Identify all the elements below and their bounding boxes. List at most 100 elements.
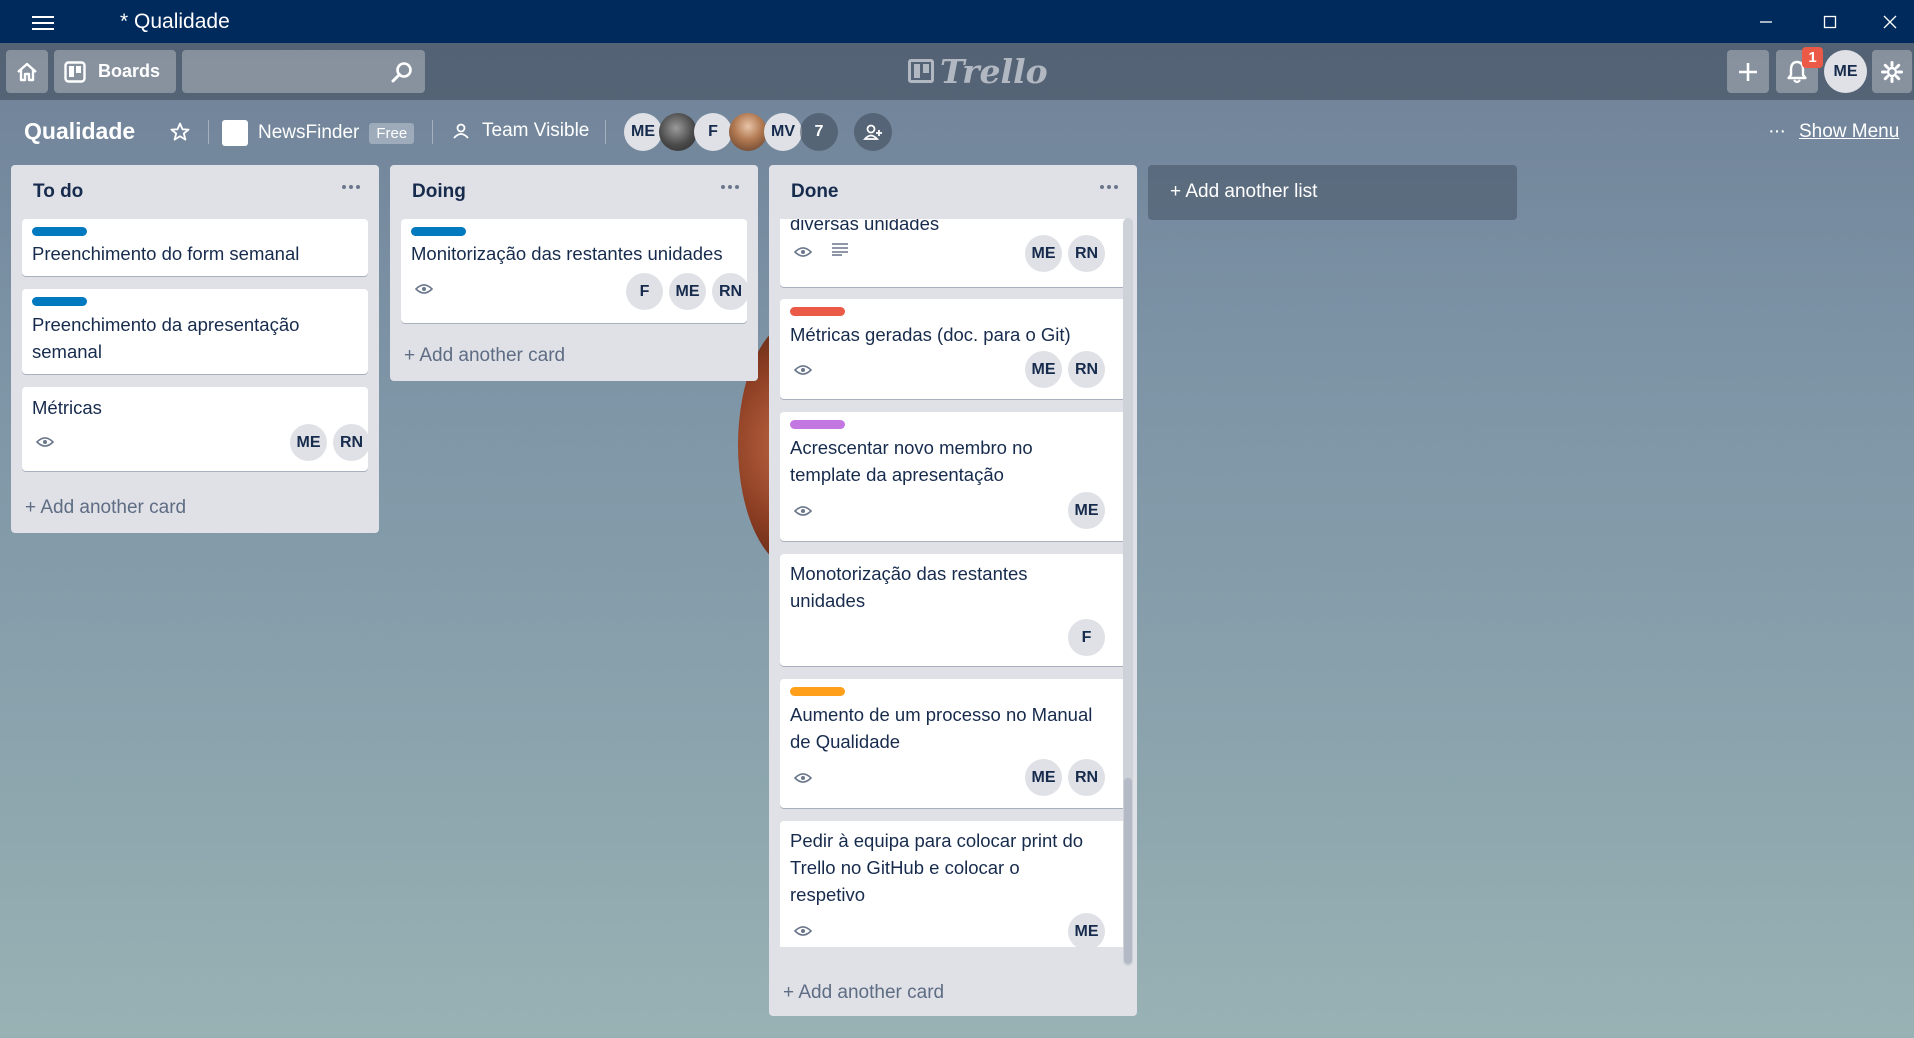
- user-avatar[interactable]: ME: [1824, 50, 1867, 93]
- team-button[interactable]: NewsFinder Free: [222, 120, 415, 146]
- window-title-bar: * Qualidade: [0, 0, 1914, 43]
- card-title-line: Aumento de um processo no Manual: [790, 704, 1093, 725]
- watch-icon: [794, 247, 812, 257]
- card-member-avatar[interactable]: ME: [1025, 235, 1062, 272]
- card[interactable]: Pedir à equipa para colocar print do Tre…: [780, 821, 1126, 947]
- boards-button[interactable]: Boards: [54, 50, 176, 93]
- card-title: diversas unidades: [790, 219, 940, 234]
- team-logo: [222, 120, 248, 146]
- team-visibility-icon: [453, 123, 469, 139]
- card-label: [790, 687, 845, 696]
- card[interactable]: Preenchimento da apresentação semanal: [22, 289, 368, 374]
- card-title: Monotorização das restantes unidades: [790, 560, 1028, 614]
- watch-icon: [794, 926, 812, 936]
- list-menu-button[interactable]: [716, 177, 744, 197]
- card[interactable]: Preenchimento do form semanal: [22, 219, 368, 276]
- card-title: Preenchimento da apresentação semanal: [32, 311, 299, 365]
- trello-logo-text: Trello: [940, 51, 1048, 91]
- visibility-button[interactable]: Team Visible: [452, 120, 589, 142]
- card-member-avatar[interactable]: RN: [1068, 235, 1105, 272]
- board-title[interactable]: Qualidade: [24, 118, 135, 145]
- watch-icon: [794, 365, 812, 375]
- card-member-avatar[interactable]: RN: [712, 273, 747, 310]
- member-avatar[interactable]: F: [694, 113, 732, 151]
- card-member-avatar[interactable]: ME: [669, 273, 706, 310]
- list-menu-button[interactable]: [1095, 177, 1123, 197]
- card-title-line: Acrescentar novo membro no: [790, 437, 1033, 458]
- more-members-count[interactable]: 7: [800, 113, 838, 151]
- member-avatar-photo[interactable]: [729, 113, 767, 151]
- card-member-avatar[interactable]: F: [626, 273, 663, 310]
- card-member-avatar[interactable]: RN: [1068, 351, 1105, 388]
- maximize-button[interactable]: [1800, 0, 1860, 43]
- list-doing: Doing Monitorização das restantes unidad…: [390, 165, 758, 381]
- card-title-line: template da apresentação: [790, 464, 1004, 485]
- card-member-avatar[interactable]: ME: [290, 424, 327, 461]
- member-avatar[interactable]: ME: [624, 113, 662, 151]
- star-icon[interactable]: [170, 122, 190, 142]
- card-member-avatar[interactable]: RN: [1068, 759, 1105, 796]
- list-menu-button[interactable]: [337, 177, 365, 197]
- notification-count-badge: 1: [1802, 47, 1823, 68]
- create-button[interactable]: [1727, 50, 1769, 93]
- card[interactable]: Acrescentar novo membro no template da a…: [780, 412, 1126, 541]
- member-avatar-photo[interactable]: [659, 113, 697, 151]
- card[interactable]: Monitorização das restantes unidades F M…: [401, 219, 747, 323]
- card[interactable]: Monotorização das restantes unidades F: [780, 554, 1126, 666]
- close-window-button[interactable]: [1860, 0, 1914, 43]
- card-member-avatar[interactable]: ME: [1025, 759, 1062, 796]
- add-card-button[interactable]: + Add another card: [783, 982, 944, 1004]
- card-title-line: Monotorização das restantes: [790, 563, 1028, 584]
- maximize-icon: [1823, 15, 1837, 28]
- list-to-do: To do Preenchimento do form semanal Pree…: [11, 165, 379, 533]
- card[interactable]: Métricas geradas (doc. para o Git) ME RN: [780, 299, 1126, 399]
- card-member-avatar[interactable]: ME: [1068, 913, 1105, 947]
- card-member-avatar[interactable]: F: [1068, 619, 1105, 656]
- board-header: Qualidade NewsFinder Free Team Visible M…: [0, 100, 1914, 164]
- minimize-icon: [1760, 20, 1772, 23]
- search-input[interactable]: [182, 50, 425, 93]
- add-card-button[interactable]: + Add another card: [25, 497, 186, 519]
- app-header: Boards Trello 1 ME: [0, 43, 1914, 100]
- gear-icon: [1881, 60, 1903, 83]
- card-title-line: respetivo: [790, 884, 866, 905]
- card[interactable]: Aumento de um processo no Manual de Qual…: [780, 679, 1126, 808]
- card[interactable]: Métricas ME RN: [22, 387, 368, 471]
- card-member-avatar[interactable]: ME: [1025, 351, 1062, 388]
- list-done: Done diversas unidades ME RN Métricas ge…: [769, 165, 1137, 1016]
- home-button[interactable]: [6, 50, 48, 93]
- watch-icon: [415, 284, 433, 294]
- show-menu-button[interactable]: ··· Show Menu: [1768, 120, 1899, 143]
- card[interactable]: diversas unidades ME RN: [780, 219, 1126, 287]
- card-member-avatar[interactable]: ME: [1068, 492, 1105, 529]
- team-name: NewsFinder: [258, 122, 360, 143]
- card-title: Monitorização das restantes unidades: [411, 243, 723, 264]
- minimize-button[interactable]: [1736, 0, 1796, 43]
- add-card-button[interactable]: + Add another card: [404, 345, 565, 367]
- boards-label: Boards: [98, 61, 161, 81]
- trello-logo[interactable]: Trello: [908, 51, 1048, 91]
- boards-icon: [64, 60, 86, 83]
- plus-icon: [1739, 62, 1757, 81]
- settings-button[interactable]: [1872, 50, 1912, 93]
- watch-icon: [36, 437, 54, 447]
- separator: [208, 120, 209, 144]
- member-avatar[interactable]: MV: [764, 113, 802, 151]
- card-title: Aumento de um processo no Manual de Qual…: [790, 701, 1092, 755]
- list-title[interactable]: Doing: [412, 181, 466, 203]
- list-title[interactable]: Done: [791, 181, 839, 203]
- list-title[interactable]: To do: [33, 181, 83, 203]
- add-list-button[interactable]: + Add another list: [1148, 165, 1517, 220]
- card-member-avatar[interactable]: RN: [333, 424, 368, 461]
- home-icon: [17, 62, 37, 81]
- list-scrollbar-thumb[interactable]: [1124, 778, 1132, 964]
- card-title-line: de Qualidade: [790, 731, 901, 752]
- watch-icon: [794, 506, 812, 516]
- card-title-line: semanal: [32, 341, 102, 362]
- description-icon: [832, 243, 848, 256]
- search-icon[interactable]: [390, 60, 414, 84]
- card-title: Acrescentar novo membro no template da a…: [790, 434, 1033, 488]
- watch-icon: [794, 773, 812, 783]
- hamburger-menu-icon[interactable]: [28, 12, 58, 32]
- invite-button[interactable]: [854, 113, 892, 151]
